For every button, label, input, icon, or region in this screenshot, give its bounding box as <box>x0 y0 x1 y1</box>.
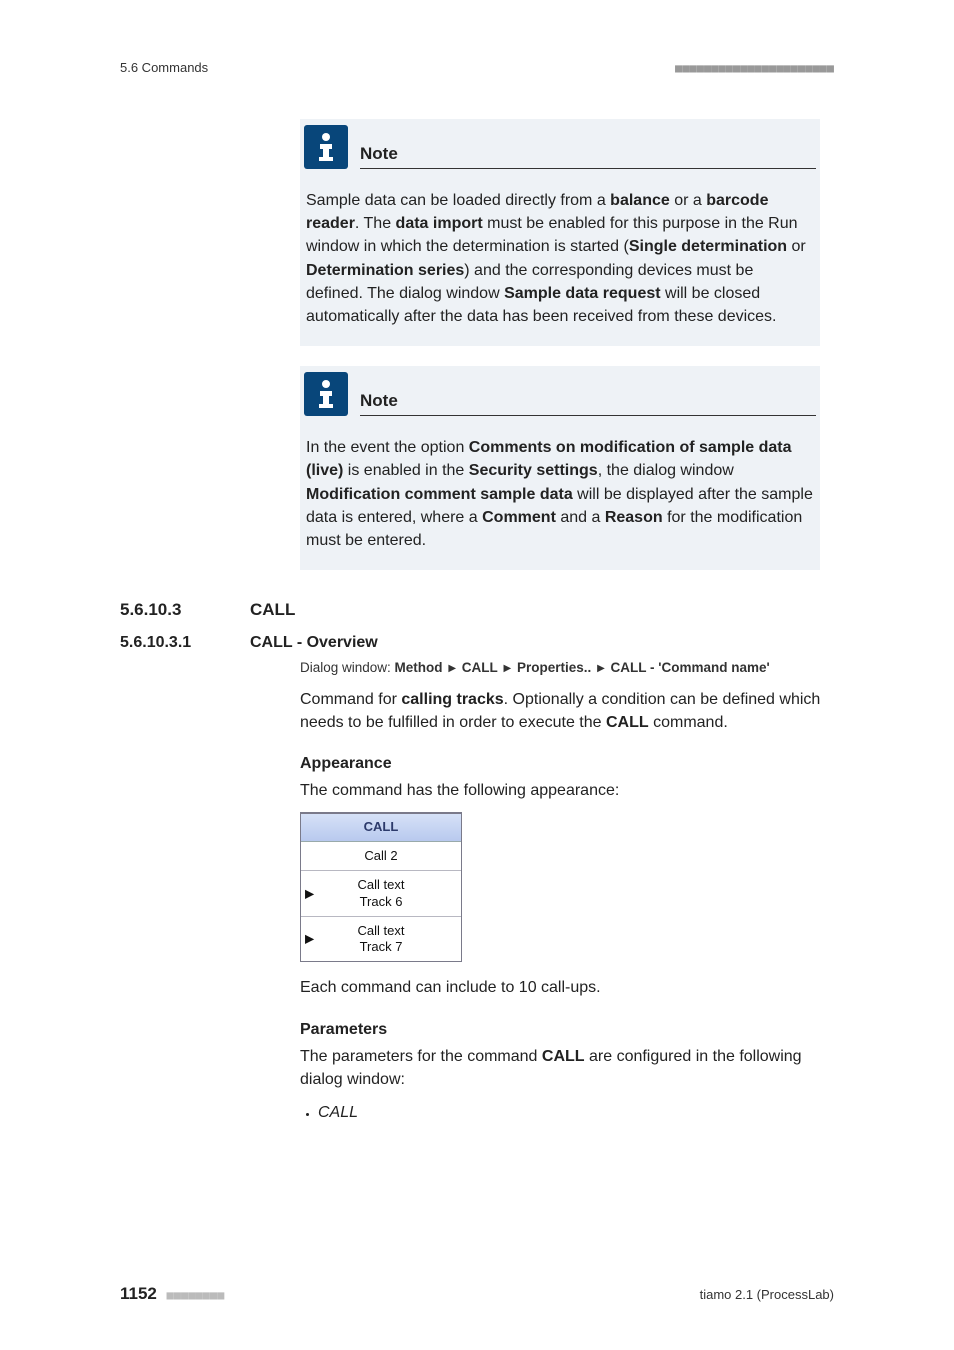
header-ticks: ■■■■■■■■■■■■■■■■■■■■■■ <box>675 61 834 75</box>
note-block-1: Note Sample data can be loaded directly … <box>300 119 820 346</box>
parameters-list: CALL <box>300 1101 825 1124</box>
appearance-lead: The command has the following appearance… <box>300 779 825 802</box>
appearance-heading: Appearance <box>300 752 825 775</box>
info-icon <box>304 372 348 416</box>
call-block-row: Call 2 <box>301 842 461 871</box>
call-row-line: Call text <box>358 923 405 938</box>
dialog-path-part: CALL - 'Command name' <box>611 660 770 675</box>
dialog-path: Dialog window: Method ▶ CALL ▶ Propertie… <box>300 658 825 678</box>
parameters-list-item: CALL <box>318 1101 825 1124</box>
intro-paragraph: Command for calling tracks. Optionally a… <box>300 688 825 734</box>
after-block-text: Each command can include to 10 call-ups. <box>300 976 825 999</box>
subsection-title: CALL - Overview <box>250 634 378 652</box>
call-row-line: Track 7 <box>360 939 403 954</box>
info-icon <box>304 125 348 169</box>
footer-ticks: ■■■■■■■■ <box>167 1288 225 1302</box>
note-body: In the event the option Comments on modi… <box>304 436 816 552</box>
footer-product: tiamo 2.1 (ProcessLab) <box>700 1287 834 1302</box>
parameters-lead: The parameters for the command CALL are … <box>300 1045 825 1091</box>
section-title: CALL <box>250 600 295 620</box>
dialog-path-prefix: Dialog window: <box>300 660 395 675</box>
body-column: Dialog window: Method ▶ CALL ▶ Propertie… <box>300 658 825 1124</box>
note-block-2: Note In the event the option Comments on… <box>300 366 820 570</box>
dialog-path-part: Properties.. <box>517 660 591 675</box>
subsection-heading: 5.6.10.3.1 CALL - Overview <box>120 634 834 652</box>
call-row-line: Track 6 <box>360 894 403 909</box>
section-path: 5.6 Commands <box>120 60 208 75</box>
dialog-path-part: CALL <box>462 660 498 675</box>
page-number: 1152 <box>120 1284 157 1303</box>
call-block-title: CALL <box>301 814 461 842</box>
play-icon: ▶ <box>305 886 314 901</box>
running-header: 5.6 Commands ■■■■■■■■■■■■■■■■■■■■■■ <box>120 60 834 75</box>
triangle-icon: ▶ <box>595 663 607 674</box>
subsection-number: 5.6.10.3.1 <box>120 634 250 652</box>
play-icon: ▶ <box>305 932 314 947</box>
parameters-heading: Parameters <box>300 1018 825 1041</box>
call-row-line: Call 2 <box>364 848 397 863</box>
note-title: Note <box>360 391 816 413</box>
triangle-icon: ▶ <box>502 663 514 674</box>
call-block-row: ▶ Call text Track 6 <box>301 871 461 917</box>
page-footer: 1152 ■■■■■■■■ tiamo 2.1 (ProcessLab) <box>120 1284 834 1304</box>
note-body: Sample data can be loaded directly from … <box>304 189 816 328</box>
note-title: Note <box>360 144 816 166</box>
call-block-row: ▶ Call text Track 7 <box>301 917 461 962</box>
section-number: 5.6.10.3 <box>120 600 250 620</box>
call-command-block: CALL Call 2 ▶ Call text Track 6 ▶ Call t… <box>300 812 462 962</box>
dialog-path-part: Method <box>395 660 443 675</box>
section-heading: 5.6.10.3 CALL <box>120 600 834 620</box>
page: 5.6 Commands ■■■■■■■■■■■■■■■■■■■■■■ Note <box>0 0 954 1350</box>
call-row-line: Call text <box>358 877 405 892</box>
triangle-icon: ▶ <box>446 663 458 674</box>
